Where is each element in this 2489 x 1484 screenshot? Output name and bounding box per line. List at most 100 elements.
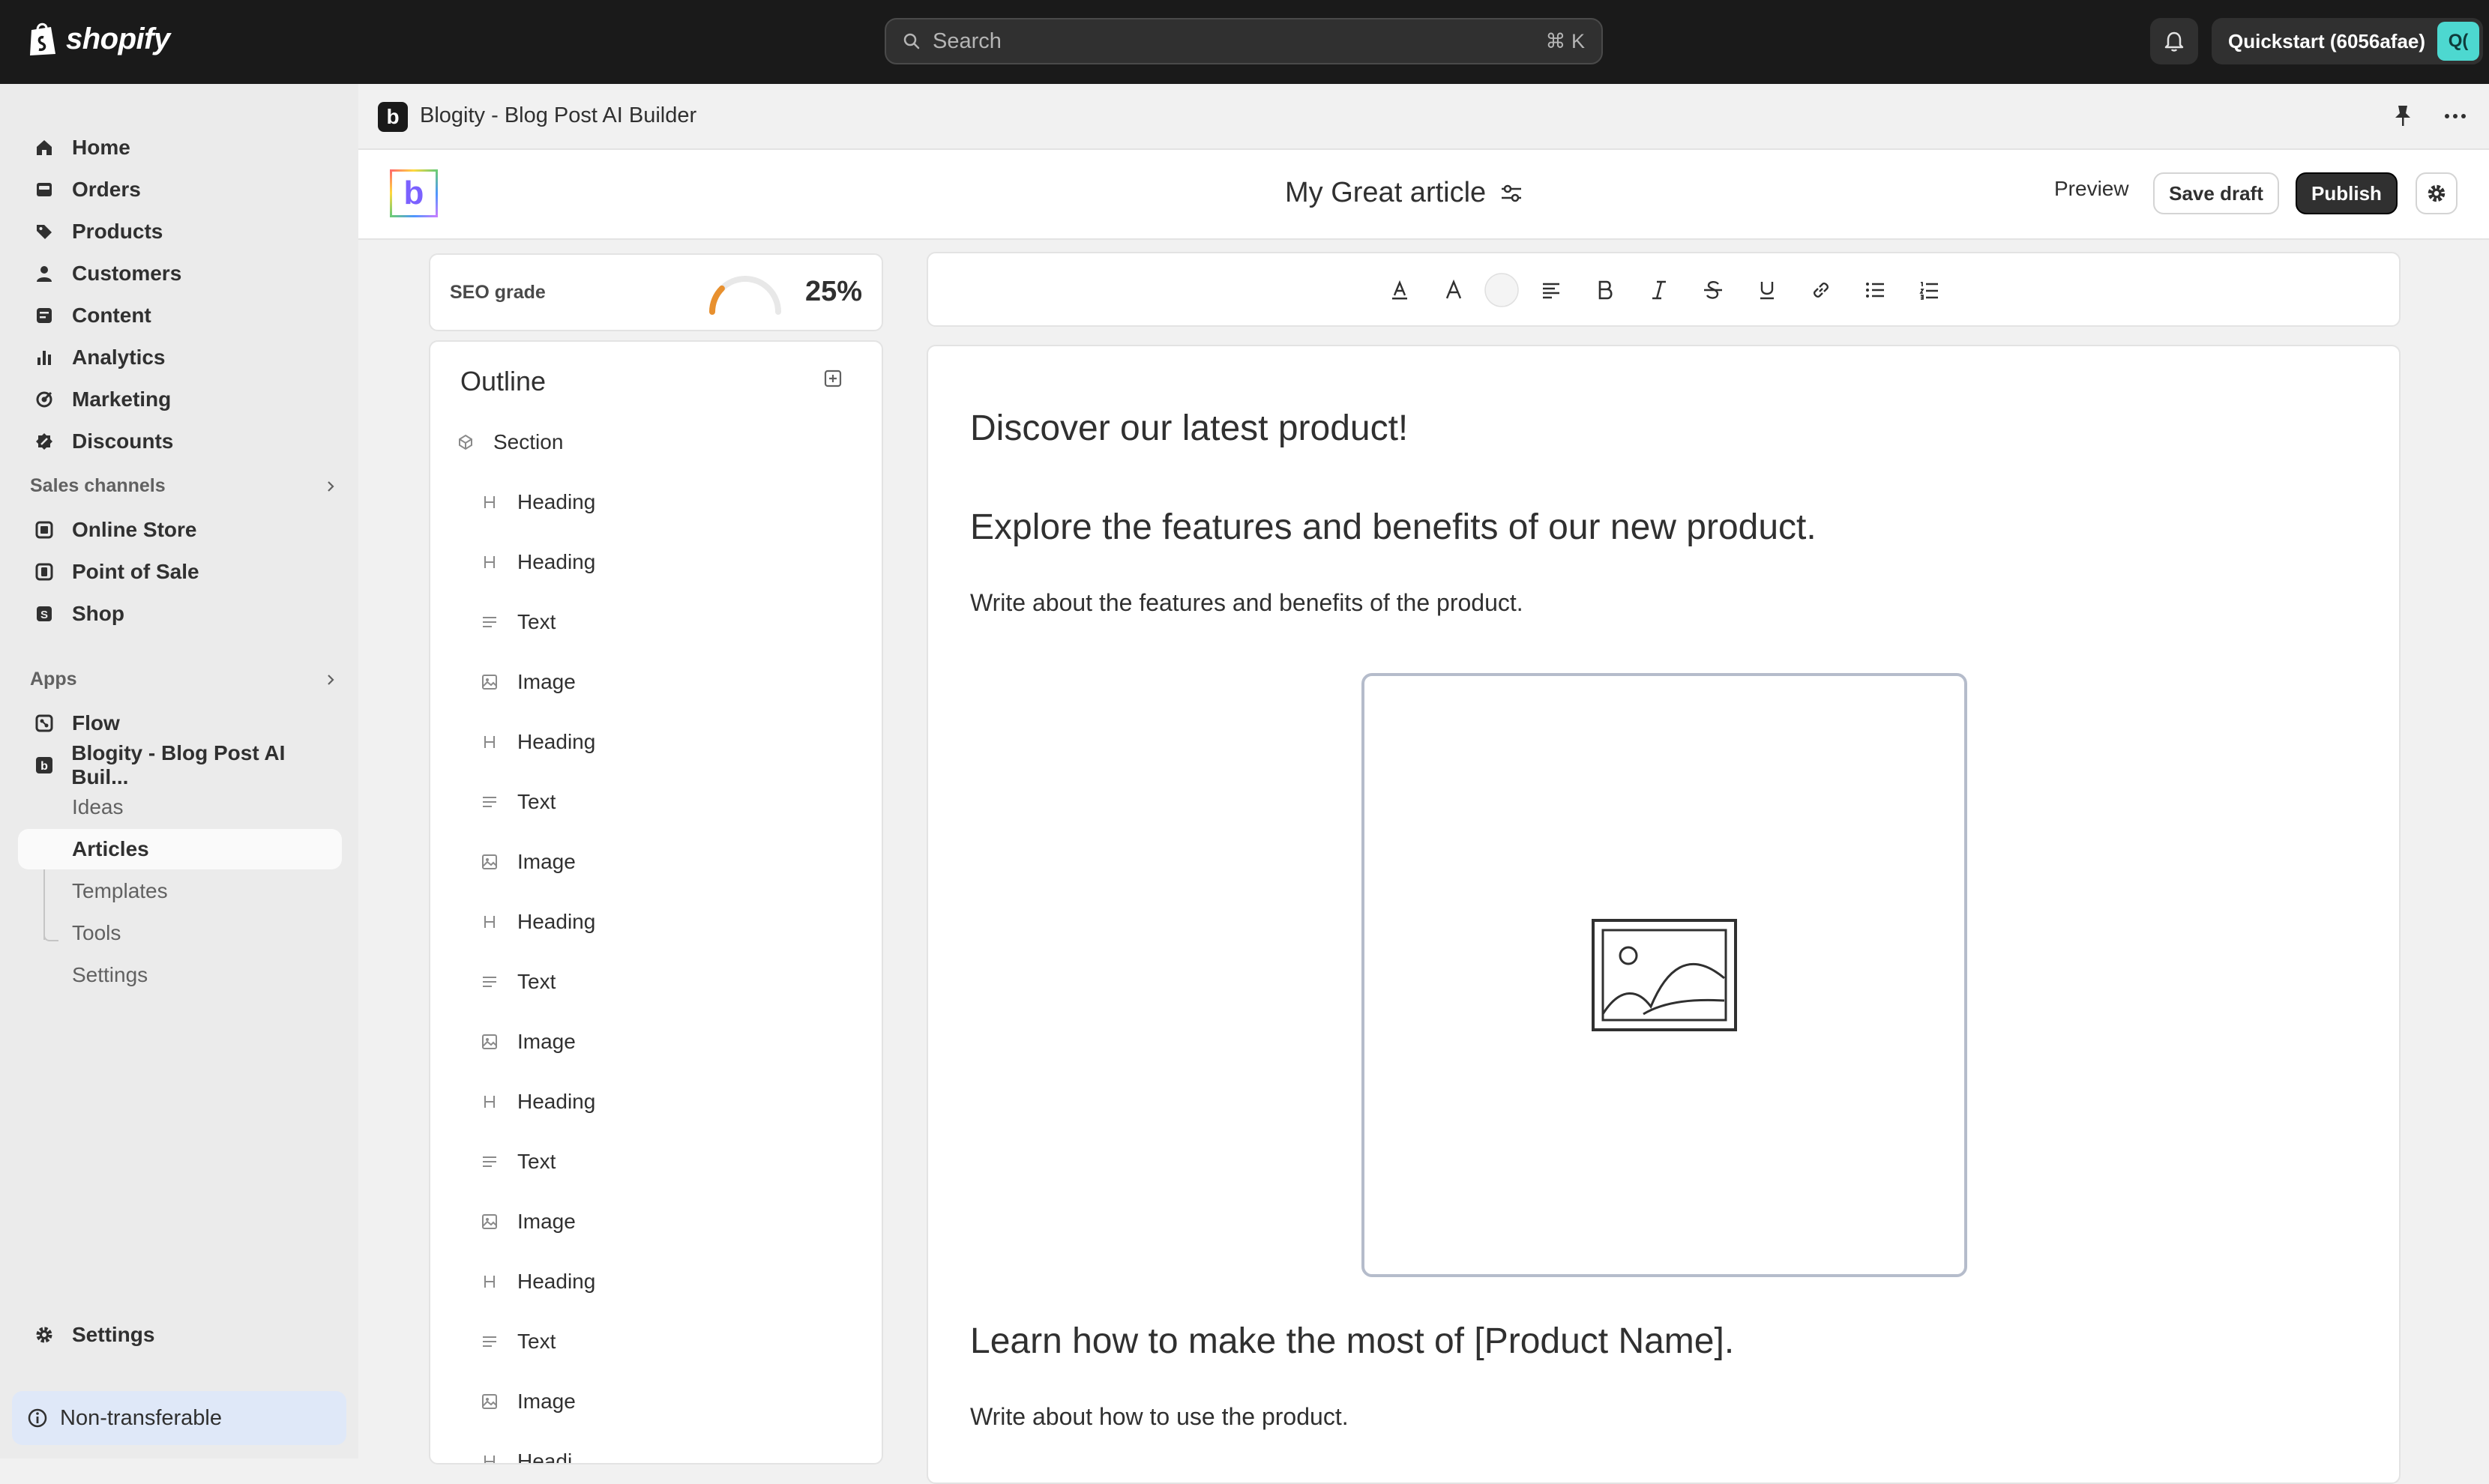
flow-icon — [31, 711, 57, 736]
bold-icon[interactable] — [1586, 271, 1624, 309]
heading-icon — [480, 1092, 499, 1112]
gear-icon — [31, 1322, 57, 1348]
seo-grade-label: SEO grade — [450, 282, 546, 303]
strikethrough-icon[interactable] — [1694, 271, 1732, 309]
outline-item-heading[interactable]: Heading — [480, 720, 595, 764]
sidebar-item-settings[interactable]: Settings — [18, 1315, 342, 1355]
outline-item-heading[interactable]: Heading — [480, 1079, 595, 1124]
outline-item-heading[interactable]: Heading — [480, 899, 595, 944]
article-heading-1[interactable]: Discover our latest product! — [970, 408, 1408, 449]
sales-channels-label: Sales channels — [30, 475, 166, 496]
more-options-icon[interactable] — [2443, 103, 2468, 129]
sidebar-subitem-settings[interactable]: Settings — [18, 955, 342, 995]
article-heading-2[interactable]: Explore the features and benefits of our… — [970, 507, 1817, 548]
shopify-logo[interactable]: shopify — [27, 21, 170, 57]
save-draft-button[interactable]: Save draft — [2153, 172, 2279, 214]
article-paragraph-1[interactable]: Write about the features and benefits of… — [970, 589, 1523, 617]
sidebar-subitem-articles[interactable]: Articles — [18, 829, 342, 869]
image-icon — [480, 852, 499, 872]
outline-item-image[interactable]: Image — [480, 1379, 576, 1424]
font-icon[interactable] — [1435, 271, 1472, 309]
outline-item-label: Image — [517, 850, 576, 873]
sidebar-item-label: Marketing — [72, 387, 172, 411]
outline-item-heading[interactable]: Heading — [480, 540, 595, 585]
store-switcher[interactable]: Quickstart (6056afae) Q( — [2212, 18, 2483, 64]
publish-button[interactable]: Publish — [2296, 172, 2398, 214]
align-icon[interactable] — [1532, 271, 1570, 309]
add-block-icon[interactable] — [823, 369, 843, 388]
pin-icon[interactable] — [2392, 103, 2414, 129]
sliders-icon[interactable] — [1499, 182, 1523, 205]
highlight-color-icon[interactable] — [1483, 271, 1520, 309]
search-input[interactable]: Search ⌘ K — [885, 18, 1603, 64]
link-icon[interactable] — [1802, 271, 1840, 309]
search-placeholder: Search — [933, 28, 1002, 53]
sidebar-item-discounts[interactable]: Discounts — [18, 421, 342, 462]
sidebar-item-analytics[interactable]: Analytics — [18, 337, 342, 378]
sidebar-item-products[interactable]: Products — [18, 211, 342, 252]
apps-label: Apps — [30, 669, 77, 690]
svg-text:S: S — [40, 609, 48, 621]
sidebar-subitem-tools[interactable]: Tools — [18, 913, 342, 953]
notifications-button[interactable] — [2150, 18, 2198, 64]
sidebar-item-marketing[interactable]: Marketing — [18, 379, 342, 420]
article-paragraph-2[interactable]: Write about how to use the product. — [970, 1403, 1349, 1431]
article-title[interactable]: My Great article — [1285, 177, 1523, 209]
sidebar-subitem-templates[interactable]: Templates — [18, 871, 342, 911]
seo-gauge-fill — [709, 285, 725, 315]
sidebar-item-label: Products — [72, 220, 163, 243]
pos-icon — [31, 559, 57, 585]
article-heading-3[interactable]: Learn how to make the most of [Product N… — [970, 1321, 1734, 1362]
settings-button[interactable] — [2416, 172, 2458, 214]
non-transferable-notice[interactable]: Non-transferable — [12, 1391, 346, 1445]
outline-title: Outline — [460, 366, 547, 396]
sidebar-item-flow[interactable]: Flow — [18, 703, 342, 743]
sidebar-item-customers[interactable]: Customers — [18, 253, 342, 294]
sidebar-item-online-store[interactable]: Online Store — [18, 510, 342, 550]
store-name: Quickstart (6056afae) — [2228, 29, 2426, 52]
sidebar-item-orders[interactable]: Orders — [18, 169, 342, 210]
outline-item-text[interactable]: Text — [480, 779, 556, 824]
discount-icon — [31, 429, 57, 454]
numbered-list-icon[interactable] — [1910, 271, 1948, 309]
preview-button[interactable]: Preview — [2054, 177, 2129, 201]
outline-item-text[interactable]: Text — [480, 1139, 556, 1184]
text-color-icon[interactable] — [1381, 271, 1418, 309]
outline-item-text[interactable]: Text — [480, 1319, 556, 1364]
outline-item-heading[interactable]: Heading — [480, 480, 595, 525]
sidebar-item-point-of-sale[interactable]: Point of Sale — [18, 552, 342, 592]
bullet-list-icon[interactable] — [1856, 271, 1894, 309]
sidebar-item-blogity[interactable]: b Blogity - Blog Post AI Buil... — [18, 741, 342, 788]
avatar: Q( — [2437, 22, 2480, 61]
outline-item-label: Heading — [517, 490, 596, 513]
chevron-right-icon — [324, 673, 337, 687]
sidebar-item-label: Settings — [72, 1323, 155, 1346]
article-canvas[interactable]: Discover our latest product! Explore the… — [927, 345, 2401, 1484]
italic-icon[interactable] — [1640, 271, 1678, 309]
section-icon — [456, 432, 475, 452]
outline-item-heading[interactable]: Heading — [480, 1259, 595, 1304]
sidebar-item-shop[interactable]: S Shop — [18, 594, 342, 634]
outline-item-heading[interactable]: Headi — [480, 1439, 572, 1463]
image-placeholder[interactable] — [1361, 673, 1967, 1277]
outline-item-image[interactable]: Image — [480, 1019, 576, 1064]
sidebar-subitem-ideas[interactable]: Ideas — [18, 787, 342, 827]
seo-grade-card: SEO grade 25% — [429, 253, 883, 331]
person-icon — [31, 261, 57, 286]
apps-header[interactable]: Apps — [30, 669, 337, 690]
underline-icon[interactable] — [1748, 271, 1786, 309]
outline-item-image[interactable]: Image — [480, 839, 576, 884]
app-header: b Blogity - Blog Post AI Builder — [358, 84, 2489, 150]
outline-item-text[interactable]: Text — [480, 600, 556, 645]
outline-item-image[interactable]: Image — [480, 1199, 576, 1244]
sidebar-item-home[interactable]: Home — [18, 127, 342, 168]
outline-item-section[interactable]: Section — [456, 420, 563, 465]
formatting-toolbar — [927, 252, 2401, 327]
outline-item-text[interactable]: Text — [480, 959, 556, 1004]
sidebar-item-content[interactable]: Content — [18, 295, 342, 336]
outline-item-image[interactable]: Image — [480, 660, 576, 705]
outline-item-label: Heading — [517, 730, 596, 753]
sidebar-item-label: Customers — [72, 262, 182, 285]
seo-gauge — [703, 271, 787, 316]
sales-channels-header[interactable]: Sales channels — [30, 475, 337, 497]
